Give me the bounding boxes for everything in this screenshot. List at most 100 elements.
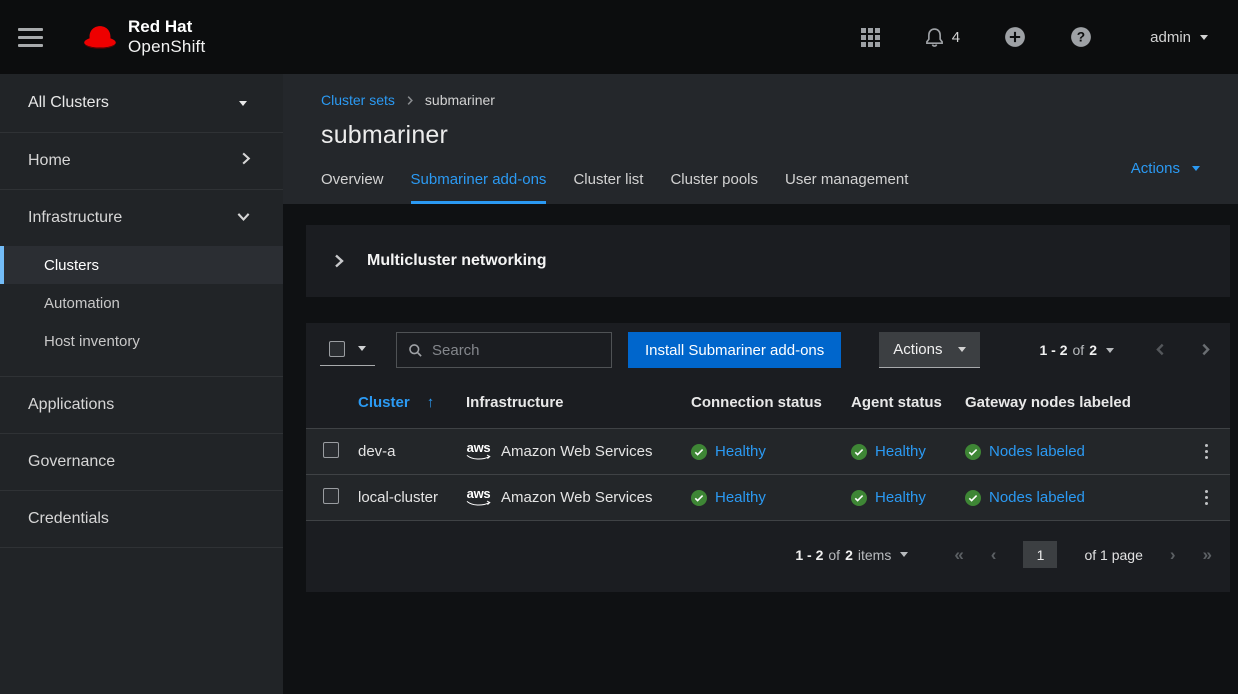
table-toolbar: Install Submariner add-ons Actions 1 - 2… [306,323,1230,377]
caret-down-icon [958,347,966,352]
tab-overview[interactable]: Overview [321,171,384,204]
username: admin [1150,29,1191,46]
sidebar-item-label: Governance [28,453,115,471]
chevron-right-icon [240,151,251,171]
gateway-nodes-link[interactable]: Nodes labeled [989,489,1085,506]
pagination-prev-chevron-icon[interactable] [1156,342,1165,359]
connection-status-link[interactable]: Healthy [715,443,766,460]
sidebar: All Clusters Home Infrastructure Clu [0,74,283,694]
install-submariner-add-ons-button[interactable]: Install Submariner add-ons [628,332,841,368]
cluster-switcher-label: All Clusters [28,94,109,112]
help-circle-icon[interactable]: ? [1070,26,1092,48]
table-row-local-cluster: local-cluster aws Amazon Web Services [306,475,1230,521]
search-icon [408,343,423,358]
app-launcher-grid-icon[interactable] [861,28,880,47]
infrastructure-subnav: Clusters Automation Host inventory [0,246,283,376]
tab-submariner-add-ons[interactable]: Submariner add-ons [411,171,547,204]
tab-cluster-pools[interactable]: Cluster pools [670,171,758,204]
tab-bar: Overview Submariner add-ons Cluster list… [321,171,1238,204]
page-actions-dropdown[interactable]: Actions [1131,160,1200,177]
check-circle-success-icon [851,444,867,460]
pagination-total: 2 [845,547,853,563]
pagination-next-chevron-icon[interactable] [1201,342,1210,359]
table-header-row: Cluster ↑ Infrastructure Connection statu… [306,377,1230,429]
page-count-label: of 1 page [1084,547,1142,563]
previous-page-button[interactable]: ‹ [991,546,997,563]
breadcrumb: Cluster sets submariner [321,92,1238,108]
add-circle-icon[interactable] [1004,26,1026,48]
row-kebab-menu-icon[interactable] [1190,486,1222,509]
check-circle-success-icon [691,490,707,506]
table-actions-label: Actions [893,341,942,358]
pagination-per-page-caret-icon[interactable] [900,552,908,557]
row-kebab-menu-icon[interactable] [1190,440,1222,463]
notifications-button[interactable]: 4 [924,27,960,48]
column-header-connection-status[interactable]: Connection status [683,377,843,429]
sidebar-item-label: Credentials [28,510,109,528]
multicluster-networking-expandable[interactable]: Multicluster networking [306,225,1230,297]
pagination-per-page-caret-icon[interactable] [1106,348,1114,353]
column-header-cluster[interactable]: Cluster ↑ [350,377,458,429]
agent-status-link[interactable]: Healthy [875,443,926,460]
logo-primary: Red Hat [128,17,205,37]
sidebar-item-credentials[interactable]: Credentials [0,491,283,547]
breadcrumb-current: submariner [425,92,495,108]
pagination-of-word: of [828,547,840,563]
column-label: Cluster [358,394,410,411]
table-row-dev-a: dev-a aws Amazon Web Services [306,429,1230,475]
sidebar-item-home[interactable]: Home [0,133,283,189]
pagination-total: 2 [1089,342,1097,358]
sidebar-item-host-inventory[interactable]: Host inventory [0,322,283,360]
submariner-clusters-table: Cluster ↑ Infrastructure Connection statu… [306,377,1230,521]
search-input[interactable] [432,342,600,359]
last-page-button[interactable]: » [1203,546,1212,563]
infrastructure-name: Amazon Web Services [501,443,652,460]
table-actions-dropdown[interactable]: Actions [879,332,980,368]
masthead-tools: 4 ? admin [861,26,1208,48]
pagination-range: 1 - 2 [1040,342,1068,358]
page-title: submariner [321,121,1238,150]
connection-status-link[interactable]: Healthy [715,489,766,506]
check-circle-success-icon [965,444,981,460]
caret-down-icon [358,346,366,351]
first-page-button[interactable]: « [954,546,963,563]
sidebar-item-label: Host inventory [44,333,140,350]
content-area: Multicluster networking Install Sub [283,204,1238,694]
select-all-checkbox[interactable] [329,341,345,357]
column-header-infrastructure[interactable]: Infrastructure [458,377,683,429]
sidebar-item-label: Clusters [44,257,99,274]
cluster-name: local-cluster [350,475,458,521]
cluster-switcher-dropdown[interactable]: All Clusters [0,74,283,132]
agent-status-link[interactable]: Healthy [875,489,926,506]
sidebar-item-automation[interactable]: Automation [0,284,283,322]
networking-card-title: Multicluster networking [367,252,547,270]
user-menu-dropdown[interactable]: admin [1150,29,1208,46]
svg-text:?: ? [1077,30,1085,45]
tab-cluster-list[interactable]: Cluster list [573,171,643,204]
column-header-gateway-nodes-labeled[interactable]: Gateway nodes labeled [957,377,1182,429]
sidebar-item-applications[interactable]: Applications [0,377,283,433]
page-actions-label: Actions [1131,160,1180,177]
sort-ascending-arrow-icon: ↑ [427,394,435,411]
current-page-input[interactable]: 1 [1023,541,1057,568]
row-checkbox[interactable] [323,488,339,504]
breadcrumb-cluster-sets-link[interactable]: Cluster sets [321,92,395,108]
row-checkbox[interactable] [323,442,339,458]
next-page-button[interactable]: › [1170,546,1176,563]
sidebar-item-clusters[interactable]: Clusters [0,246,283,284]
sidebar-item-governance[interactable]: Governance [0,434,283,490]
column-header-agent-status[interactable]: Agent status [843,377,957,429]
aws-logo-text: aws [467,487,491,500]
top-pagination: 1 - 2 of 2 [1040,342,1215,359]
logo-text: Red Hat OpenShift [128,17,205,56]
cluster-name: dev-a [350,429,458,475]
bulk-select-dropdown[interactable] [320,335,375,366]
caret-down-icon [1192,166,1200,171]
gateway-nodes-link[interactable]: Nodes labeled [989,443,1085,460]
tab-user-management[interactable]: User management [785,171,908,204]
nav-toggle-hamburger-icon[interactable] [18,28,43,47]
header-checkbox-cell [306,377,350,429]
chevron-down-icon [236,209,251,227]
logo-secondary: OpenShift [128,37,205,57]
sidebar-item-infrastructure[interactable]: Infrastructure [0,190,283,246]
